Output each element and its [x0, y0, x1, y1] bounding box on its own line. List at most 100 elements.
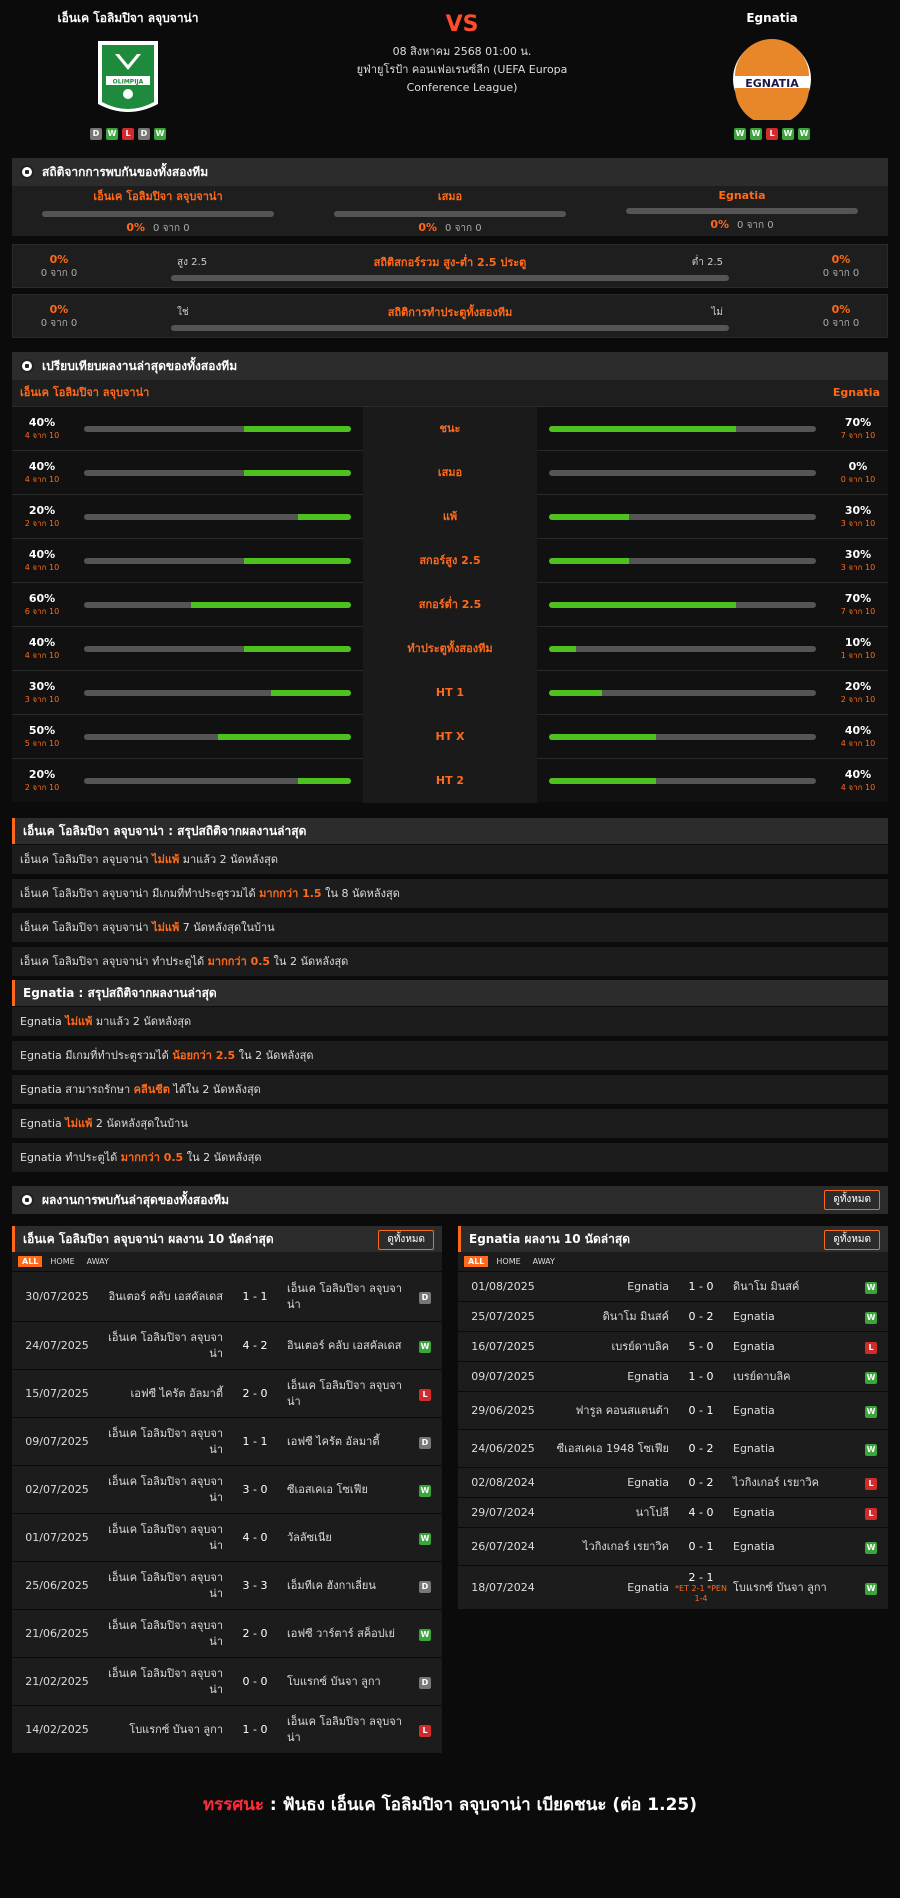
match-row[interactable]: 30/07/2025 อินเตอร์ คลับ เอสคัลเดส 1 - 1 เอ… [12, 1271, 442, 1321]
compare-left-value: 50% 5 จาก 10 [12, 724, 72, 750]
compare-left-value: 40% 4 จาก 10 [12, 416, 72, 442]
away-team[interactable]: Egnatia EGNATIA WWLWW [662, 8, 882, 140]
h2h-bar [42, 210, 274, 217]
summary-text: 2 นัดหลังสุดในบ้าน [92, 1117, 188, 1130]
tab-away[interactable]: AWAY [529, 1256, 559, 1267]
soccer-ball-icon [20, 359, 34, 373]
compare-left-pct: 60% [28, 591, 56, 605]
prediction-label: ทรรศนะ [202, 1795, 264, 1815]
summary-text: มาแล้ว 2 นัดหลังสุด [92, 1015, 192, 1028]
match-row[interactable]: 26/07/2024 ไวกิงเกอร์ เรยาวิค 0 - 1 Egnatia… [458, 1527, 888, 1565]
summary-line: Egnatia ไม่แพ้ มาแล้ว 2 นัดหลังสุด [12, 1006, 888, 1036]
btts-bar [171, 325, 729, 331]
result-badge: W [865, 1311, 877, 1324]
h2h-col: Egnatia 0% 0 จาก 0 [596, 189, 888, 233]
see-all-button[interactable]: ดูทั้งหมด [824, 1190, 880, 1210]
summary-text: ใน 2 นัดหลังสุด [235, 1049, 314, 1062]
compare-left-pct: 40% [28, 635, 56, 649]
match-date: 24/07/2025 [25, 1339, 89, 1352]
summary-away: Egnatia : สรุปสถิติจากผลงานล่าสุด Egnati… [12, 980, 888, 1172]
form-badge: W [734, 128, 746, 140]
prediction-sep: : [263, 1795, 283, 1815]
match-row[interactable]: 25/07/2025 ดินาโม มินสค์ 0 - 2 Egnatia W [458, 1301, 888, 1331]
match-date: 30/07/2025 [25, 1290, 89, 1303]
match-row[interactable]: 21/02/2025 เอ็นเค โอลิมปิจา ลจุบจาน่า 0 - … [12, 1657, 442, 1705]
compare-right-pct: 20% [844, 679, 872, 693]
home-see-all-button[interactable]: ดูทั้งหมด [378, 1230, 434, 1250]
compare-right-pct: 30% [844, 503, 872, 517]
match-row[interactable]: 24/07/2025 เอ็นเค โอลิมปิจา ลจุบจาน่า 4 - … [12, 1321, 442, 1369]
match-row[interactable]: 24/06/2025 ซีเอสเคเอ 1948 โซเฟีย 0 - 2 Egna… [458, 1429, 888, 1467]
form-badge: W [154, 128, 166, 140]
match-date: 21/06/2025 [25, 1627, 89, 1640]
match-row[interactable]: 02/08/2024 Egnatia 0 - 2 ไวกิงเกอร์ เรยาวิค… [458, 1467, 888, 1497]
match-result: W [408, 1531, 442, 1545]
tab-all[interactable]: ALL [18, 1256, 43, 1267]
prediction: ทรรศนะ : ฟันธง เอ็นเค โอลิมปิจา ลจุบจาน่… [12, 1791, 888, 1831]
home-team[interactable]: เอ็นเค โอลิมปิจา ลจุบจาน่า OLIMPIJA DWLD… [18, 8, 238, 140]
match-away-team: เบรย์ดาบลิค [733, 1369, 791, 1383]
compare-right-bar [549, 733, 816, 740]
compare-row: 40% 4 จาก 10 เสมอ 0% 0 จาก 10 [12, 450, 888, 495]
match-row[interactable]: 29/07/2024 นาโปลี 4 - 0 Egnatia L [458, 1497, 888, 1527]
match-row[interactable]: 21/06/2025 เอ็นเค โอลิมปิจา ลจุบจาน่า 2 - … [12, 1609, 442, 1657]
home-list-tabs: ALL HOME AWAY [12, 1252, 442, 1271]
home-list-title: เอ็นเค โอลิมปิจา ลจุบจาน่า ผลงาน 10 นัดล… [12, 1226, 442, 1252]
match-result: W [854, 1310, 888, 1324]
h2h-col-label: เอ็นเค โอลิมปิจา ลจุบจาน่า [93, 189, 223, 203]
compare-left-fill [244, 425, 351, 432]
compare-left-count: 4 จาก 10 [24, 650, 60, 660]
match-score: 0 - 2 [673, 1442, 729, 1455]
result-badge: W [865, 1281, 877, 1294]
match-row[interactable]: 09/07/2025 เอ็นเค โอลิมปิจา ลจุบจาน่า 1 - … [12, 1417, 442, 1465]
match-row[interactable]: 14/02/2025 โบแรกซ์ บันจา ลูกา 1 - 0 เอ็นเค … [12, 1705, 442, 1753]
match-row[interactable]: 25/06/2025 เอ็นเค โอลิมปิจา ลจุบจาน่า 3 - … [12, 1561, 442, 1609]
tab-away[interactable]: AWAY [83, 1256, 113, 1267]
match-home-team: เอฟซี ไครัต อัลมาตี้ [130, 1386, 223, 1400]
h2h-pct: 0% [126, 220, 146, 234]
h2h-col-value: 0% 0 จาก 0 [596, 218, 888, 233]
match-result: W [854, 1280, 888, 1294]
h2h-col-value: 0% 0 จาก 0 [12, 221, 304, 236]
result-badge: D [419, 1291, 431, 1304]
summary-text: ใน 2 นัดหลังสุด [270, 955, 349, 968]
compare-row: 20% 2 จาก 10 HT 2 40% 4 จาก 10 [12, 758, 888, 803]
match-row[interactable]: 15/07/2025 เอฟซี ไครัต อัลมาตี้ 2 - 0 เอ็นเ… [12, 1369, 442, 1417]
match-row[interactable]: 01/08/2025 Egnatia 1 - 0 ดินาโม มินสค์ W [458, 1271, 888, 1301]
compare-row: 50% 5 จาก 10 HT X 40% 4 จาก 10 [12, 714, 888, 759]
h2h-panel: สถิติจากการพบกันของทั้งสองทีม เอ็นเค โอล… [12, 158, 888, 236]
btts-title: สถิติการทำประตูทั้งสองทีม [387, 306, 513, 319]
away-see-all-button[interactable]: ดูทั้งหมด [824, 1230, 880, 1250]
compare-left-fill [244, 469, 351, 476]
tab-all[interactable]: ALL [464, 1256, 489, 1267]
match-row[interactable]: 29/06/2025 ฟารูล คอนสแตนต้า 0 - 1 Egnatia W [458, 1391, 888, 1429]
match-row[interactable]: 16/07/2025 เบรย์ดาบลิค 5 - 0 Egnatia L [458, 1331, 888, 1361]
match-score-value: 0 - 2 [688, 1310, 714, 1323]
match-row[interactable]: 01/07/2025 เอ็นเค โอลิมปิจา ลจุบจาน่า 4 - … [12, 1513, 442, 1561]
compare-right-fill [549, 689, 603, 696]
compare-label: เสมอ [363, 450, 537, 495]
match-date: 16/07/2025 [471, 1340, 535, 1353]
summary-text: Egnatia มีเกมที่ทำประตูรวมได้ [20, 1049, 173, 1062]
ou-title: สถิติสกอร์รวม สูง-ต่ำ 2.5 ประตู [373, 256, 527, 269]
result-badge: W [865, 1582, 877, 1595]
h2h-bar [626, 208, 858, 214]
summary-home-title: เอ็นเค โอลิมปิจา ลจุบจาน่า : สรุปสถิติจา… [12, 818, 888, 844]
match-row[interactable]: 09/07/2025 Egnatia 1 - 0 เบรย์ดาบลิค W [458, 1361, 888, 1391]
summary-text: มาแล้ว 2 นัดหลังสุด [179, 853, 279, 866]
match-row[interactable]: 18/07/2024 Egnatia 2 - 1 *ET 2-1 *PEN 1-4 โบ… [458, 1565, 888, 1609]
match-score-value: 4 - 0 [242, 1531, 268, 1544]
compare-left-bar [84, 469, 351, 476]
match-result: W [408, 1627, 442, 1641]
match-date: 25/07/2025 [471, 1310, 535, 1323]
tab-home[interactable]: HOME [46, 1256, 78, 1267]
h2h-col: เอ็นเค โอลิมปิจา ลจุบจาน่า 0% 0 จาก 0 [12, 187, 304, 236]
match-score-value: 0 - 2 [688, 1476, 714, 1489]
match-row[interactable]: 02/07/2025 เอ็นเค โอลิมปิจา ลจุบจาน่า 3 - … [12, 1465, 442, 1513]
result-badge: W [865, 1541, 877, 1554]
compare-left-bar [84, 425, 351, 432]
match-score: 5 - 0 [673, 1340, 729, 1353]
match-score-value: 2 - 1 [688, 1571, 714, 1584]
result-badge: D [419, 1676, 431, 1689]
tab-home[interactable]: HOME [492, 1256, 524, 1267]
